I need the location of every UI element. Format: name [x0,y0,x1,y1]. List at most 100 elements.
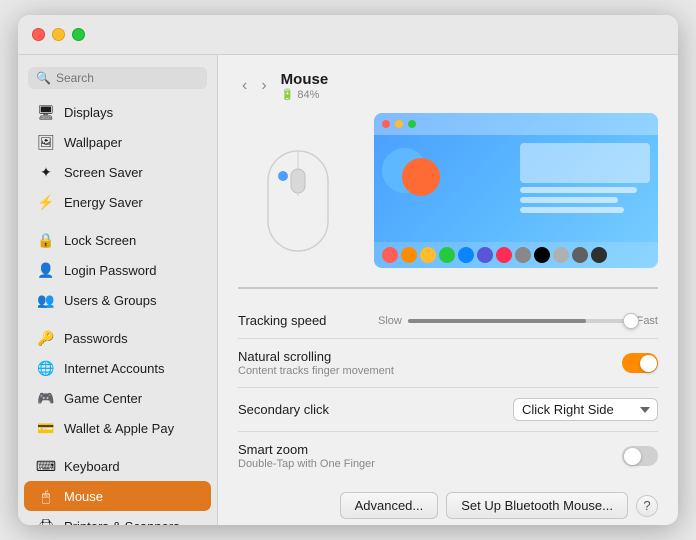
color-swatch-10 [572,247,588,263]
sidebar-divider [18,217,217,225]
smart-zoom-row: Smart zoom Double-Tap with One Finger [238,432,658,480]
tracking-speed-track[interactable] [408,319,631,323]
color-swatch-6 [496,247,512,263]
smart-zoom-sublabel: Double-Tap with One Finger [238,458,622,470]
login-password-icon: 👤 [36,260,56,280]
secondary-click-label-group: Secondary click [238,402,513,417]
smart-zoom-label: Smart zoom [238,442,622,457]
mouse-preview-area [238,113,658,273]
sidebar-divider [18,315,217,323]
preview-dot-green [408,120,416,128]
preview-line-3 [520,207,624,213]
secondary-click-dropdown[interactable]: Click Right SideClick Left SideClick Bot… [513,398,658,421]
screenshot-preview [374,113,658,268]
sidebar-items: 🖥 Displays 🖼Wallpaper✦Screen Saver⚡Energy … [18,97,217,525]
sidebar-item-label-login-password: Login Password [64,263,157,278]
close-button[interactable] [32,28,45,41]
page-title-area: Mouse 🔋 84% [281,71,329,101]
color-swatch-1 [401,247,417,263]
secondary-click-control: Click Right SideClick Left SideClick Bot… [513,398,658,421]
preview-left [382,143,512,234]
lock-screen-icon: 🔒 [36,230,56,250]
search-box[interactable]: 🔍 [28,67,207,89]
printers-scanners-icon: 🖨 [36,516,56,525]
slider-fill [408,319,586,323]
minimize-button[interactable] [52,28,65,41]
color-swatch-2 [420,247,436,263]
preview-circle-orange [402,158,440,196]
sidebar-item-displays[interactable]: 🖥 Displays [24,97,211,127]
help-button[interactable]: ? [636,495,658,517]
sidebar-item-mouse[interactable]: 🖱 Mouse [24,481,211,511]
settings-rows: Tracking speed Slow Fast Natural scr [238,303,658,480]
color-swatch-9 [553,247,569,263]
sidebar-item-wallpaper[interactable]: 🖼Wallpaper [24,127,211,157]
sidebar-item-energy-saver[interactable]: ⚡Energy Saver [24,187,211,217]
sidebar-item-label-energy-saver: Energy Saver [64,195,143,210]
passwords-icon: 🔑 [36,328,56,348]
sidebar-item-label-mouse: Mouse [64,489,103,504]
natural-scrolling-label: Natural scrolling [238,349,622,364]
search-input[interactable] [56,71,199,85]
back-button[interactable]: ‹ [238,75,251,97]
users-groups-icon: 👥 [36,290,56,310]
internet-accounts-icon: 🌐 [36,358,56,378]
sidebar-item-lock-screen[interactable]: 🔒 Lock Screen [24,225,211,255]
preview-body [374,135,658,242]
preview-circles [382,143,447,208]
secondary-click-row: Secondary click Click Right SideClick Le… [238,388,658,432]
battery-status: 🔋 84% [281,88,329,101]
natural-scrolling-sublabel: Content tracks finger movement [238,365,622,377]
natural-scrolling-label-group: Natural scrolling Content tracks finger … [238,349,622,377]
advanced-button[interactable]: Advanced... [340,492,439,519]
slider-thumb[interactable] [623,313,639,329]
sidebar-item-users-groups[interactable]: 👥Users & Groups [24,285,211,315]
sidebar-item-wallet[interactable]: 💳 Wallet & Apple Pay [24,413,211,443]
smart-zoom-label-group: Smart zoom Double-Tap with One Finger [238,442,622,470]
sidebar-item-login-password[interactable]: 👤 Login Password [24,255,211,285]
system-preferences-window: 🔍 🖥 Displays 🖼Wallpaper✦Screen Saver⚡Energ… [18,15,678,525]
smart-zoom-control [622,446,658,466]
sidebar-item-internet-accounts[interactable]: 🌐Internet Accounts [24,353,211,383]
preview-top-bar [374,113,658,135]
sidebar-item-label-displays: Displays [64,105,113,120]
sidebar-item-label-lock-screen: Lock Screen [64,233,136,248]
sidebar-item-keyboard[interactable]: ⌨Keyboard [24,451,211,481]
natural-scrolling-toggle[interactable] [622,353,658,373]
sidebar-item-label-screen-saver: Screen Saver [64,165,143,180]
preview-right [520,143,650,234]
wallet-icon: 💳 [36,418,56,438]
sidebar-item-printers-scanners[interactable]: 🖨 Printers & Scanners [24,511,211,525]
page-title: Mouse [281,71,329,88]
preview-dot-yellow [395,120,403,128]
displays-icon: 🖥 [36,102,56,122]
title-bar [18,15,678,55]
forward-button[interactable]: › [257,75,270,97]
tab-point-click[interactable]: Point & Click [239,288,448,289]
color-swatch-8 [534,247,550,263]
sidebar-item-screen-saver[interactable]: ✦Screen Saver [24,157,211,187]
natural-scrolling-row: Natural scrolling Content tracks finger … [238,339,658,388]
sidebar-item-label-wallet: Wallet & Apple Pay [64,421,174,436]
color-swatch-4 [458,247,474,263]
tracking-speed-label: Tracking speed [238,313,378,328]
sidebar-item-label-printers-scanners: Printers & Scanners [64,519,180,526]
color-swatch-7 [515,247,531,263]
bluetooth-button[interactable]: Set Up Bluetooth Mouse... [446,492,628,519]
smart-zoom-toggle-knob [624,448,641,465]
maximize-button[interactable] [72,28,85,41]
tracking-speed-row: Tracking speed Slow Fast [238,303,658,339]
sidebar-divider [18,443,217,451]
sidebar-item-label-wallpaper: Wallpaper [64,135,122,150]
tab-more-gestures[interactable]: More Gestures [448,288,657,289]
nav-header: ‹ › Mouse 🔋 84% [238,71,658,101]
sidebar-item-passwords[interactable]: 🔑 Passwords [24,323,211,353]
sidebar-item-game-center[interactable]: 🎮Game Center [24,383,211,413]
color-swatch-0 [382,247,398,263]
mouse-icon: 🖱 [36,486,56,506]
traffic-lights [32,28,85,41]
sidebar-item-label-passwords: Passwords [64,331,128,346]
secondary-click-label: Secondary click [238,402,513,417]
smart-zoom-toggle[interactable] [622,446,658,466]
main-panel: ‹ › Mouse 🔋 84% [218,55,678,525]
